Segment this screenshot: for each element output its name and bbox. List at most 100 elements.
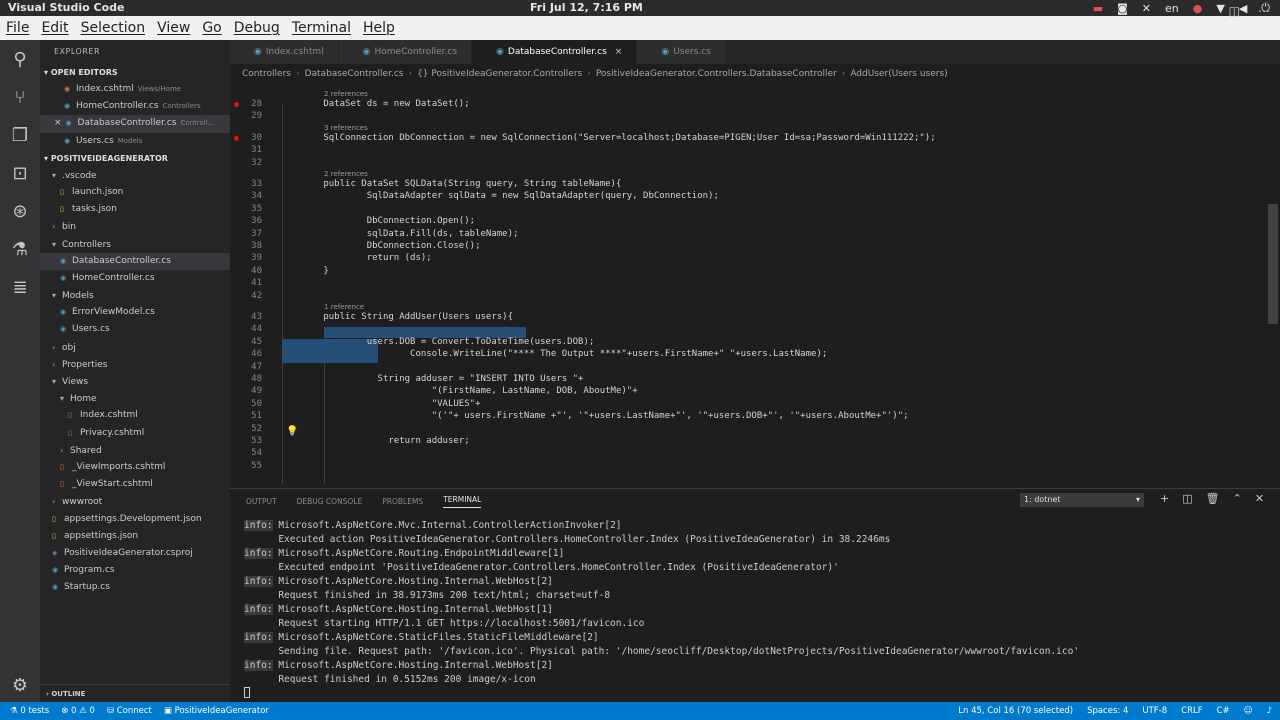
bell-icon[interactable]: ♪ [1267,702,1272,720]
editor-scrollbar[interactable] [1268,204,1278,324]
file-item[interactable]: ◉ Users.cs [40,321,230,338]
file-item[interactable]: ▯ Privacy.cshtml [40,425,230,442]
split-editor-icon[interactable]: ◫ [1229,4,1240,18]
database-icon[interactable]: ≣ [0,268,40,306]
file-item[interactable]: ▯ _ViewStart.cshtml [40,476,230,493]
file-item[interactable]: ▯ tasks.json [40,201,230,218]
menu-edit[interactable]: Edit [41,20,68,36]
file-item[interactable]: ▯ appsettings.json [40,528,230,545]
outline-header[interactable]: › OUTLINE [40,684,230,702]
file-item[interactable]: ▯ _ViewImports.cshtml [40,459,230,476]
file-item[interactable]: ▯ launch.json [40,184,230,201]
codelens[interactable]: 2 references [324,90,368,98]
file-item[interactable]: ▯ Index.cshtml [40,407,230,424]
lightbulb-icon[interactable]: 💡 [286,426,298,437]
breadcrumb-item[interactable]: Controllers [242,69,291,79]
menu-selection[interactable]: Selection [81,20,146,36]
source-control-icon[interactable]: ⑂ [0,78,40,116]
open-editor-item[interactable]: ◉ Users.cs Models [40,133,230,150]
folder-item[interactable]: ▾ Home [40,390,230,407]
menu-terminal[interactable]: Terminal [292,20,351,36]
terminal-select[interactable]: 1: dotnet ▾ [1020,493,1144,507]
project-header[interactable]: ▾ POSITIVEIDEAGENERATOR [40,150,230,167]
more-actions-icon[interactable]: ⋯ [1258,4,1270,18]
panel-tab-debug-console[interactable]: DEBUG CONSOLE [297,497,363,506]
file-item[interactable]: ◉ ErrorViewModel.cs [40,304,230,321]
folder-item[interactable]: › Properties [40,356,230,373]
terminal-line: Request finished in 0.5152ms 200 image/x… [244,673,1274,687]
language-mode[interactable]: C# [1217,702,1230,720]
connect-status[interactable]: ⛁ Connect [107,702,152,720]
maximize-panel-icon[interactable]: ⌃ [1233,492,1242,505]
close-icon[interactable]: × [615,47,623,57]
extensions-icon[interactable]: ⊛ [0,192,40,230]
panel-tab-problems[interactable]: PROBLEMS [382,497,423,506]
code-editor[interactable]: 2 references 28 DataSet ds = new DataSet(… [230,84,1280,488]
open-editor-item[interactable]: ◉ HomeController.cs Controllers [40,98,230,115]
problems-status[interactable]: ⊗ 0 ⚠ 0 [61,702,95,720]
file-item[interactable]: ▯ appsettings.Development.json [40,511,230,528]
menu-debug[interactable]: Debug [234,20,280,36]
tab-homecontroller-cs[interactable]: ◉ HomeController.cs [338,40,473,64]
gear-icon[interactable]: ⚙ [0,675,40,696]
encoding-status[interactable]: UTF-8 [1142,702,1167,720]
folder-item[interactable]: › wwwroot [40,493,230,510]
file-item[interactable]: ◉ HomeController.cs [40,270,230,287]
cursor-position[interactable]: Ln 45, Col 16 (70 selected) [958,702,1073,720]
tab-users-cs[interactable]: ◉ Users.cs [637,40,726,64]
file-item[interactable]: ◈ PositiveIdeaGenerator.csproj [40,545,230,562]
terminal-output[interactable]: info: Microsoft.AspNetCore.Mvc.Internal.… [244,519,1274,687]
breadcrumb-item[interactable]: AddUser(Users users) [850,69,947,79]
folder-item[interactable]: › Shared [40,442,230,459]
menu-go[interactable]: Go [202,20,221,36]
close-icon[interactable]: ✕ [1142,2,1151,15]
tab-index-cshtml[interactable]: ◉ Index.cshtml [230,40,339,64]
open-editor-item[interactable]: ◉ Index.cshtml Views/Home [40,81,230,98]
language-indicator[interactable]: en [1165,2,1179,15]
file-item[interactable]: ◉ DatabaseController.cs [40,252,230,270]
indent-status[interactable]: Spaces: 4 [1087,702,1128,720]
eol-status[interactable]: CRLF [1181,702,1202,720]
folder-item[interactable]: › bin [40,218,230,235]
record-icon[interactable]: ● [1193,2,1203,15]
file-item[interactable]: ◉ Startup.cs [40,579,230,596]
close-icon[interactable]: × [54,118,62,128]
folder-item[interactable]: ▾ .vscode [40,167,230,184]
file-item[interactable]: ◉ Program.cs [40,562,230,579]
codelens[interactable]: 2 references [324,170,368,178]
breakpoint-icon[interactable] [234,102,239,107]
panel-tab-output[interactable]: OUTPUT [246,497,277,506]
add-terminal-icon[interactable]: + [1160,492,1169,505]
folder-item[interactable]: ▾ Controllers [40,236,230,253]
open-editors-header[interactable]: ▾ OPEN EDITORS [40,64,230,81]
project-status[interactable]: ▣ PositiveIdeaGenerator [164,702,269,720]
folder-item[interactable]: ▾ Models [40,287,230,304]
folder-item[interactable]: ▾ Views [40,373,230,390]
test-status[interactable]: ⚗ 0 tests [10,702,49,720]
files-icon[interactable]: ⚲ [0,40,40,78]
breadcrumb-item[interactable]: PositiveIdeaGenerator.Controllers.Databa… [596,69,837,79]
wifi-icon[interactable]: ▼ [1216,2,1224,15]
camera-icon[interactable]: ◙ [1117,2,1128,15]
codelens[interactable]: 1 reference [324,303,364,311]
system-clock[interactable]: Fri Jul 12, 7:16 PM [530,1,643,14]
menu-file[interactable]: File [6,20,29,36]
codelens[interactable]: 3 references [324,124,368,132]
panel-tab-terminal[interactable]: TERMINAL [443,495,482,508]
smiley-icon[interactable]: ☺ [1244,702,1253,720]
menu-view[interactable]: View [157,20,190,36]
menu-help[interactable]: Help [363,20,395,36]
split-terminal-icon[interactable]: ◫ [1182,492,1192,505]
breadcrumb-item[interactable]: {} PositiveIdeaGenerator.Controllers [417,69,582,79]
tab-databasecontroller-cs[interactable]: ◉ DatabaseController.cs × [472,40,638,64]
debug-icon[interactable]: ⊡ [0,154,40,192]
open-editor-item[interactable]: × ◉ DatabaseController.cs Controll... [40,115,230,133]
close-panel-icon[interactable]: ✕ [1255,492,1264,505]
breakpoint-icon[interactable] [234,135,239,141]
explorer-icon[interactable]: ❐ [0,116,40,154]
folder-item[interactable]: › obj [40,339,230,356]
trash-icon[interactable]: 🗑 [1206,492,1220,505]
breadcrumb-item[interactable]: DatabaseController.cs [305,69,404,79]
test-icon[interactable]: ⚗ [0,230,40,268]
indicator-icon[interactable]: ▬ [1093,2,1103,15]
